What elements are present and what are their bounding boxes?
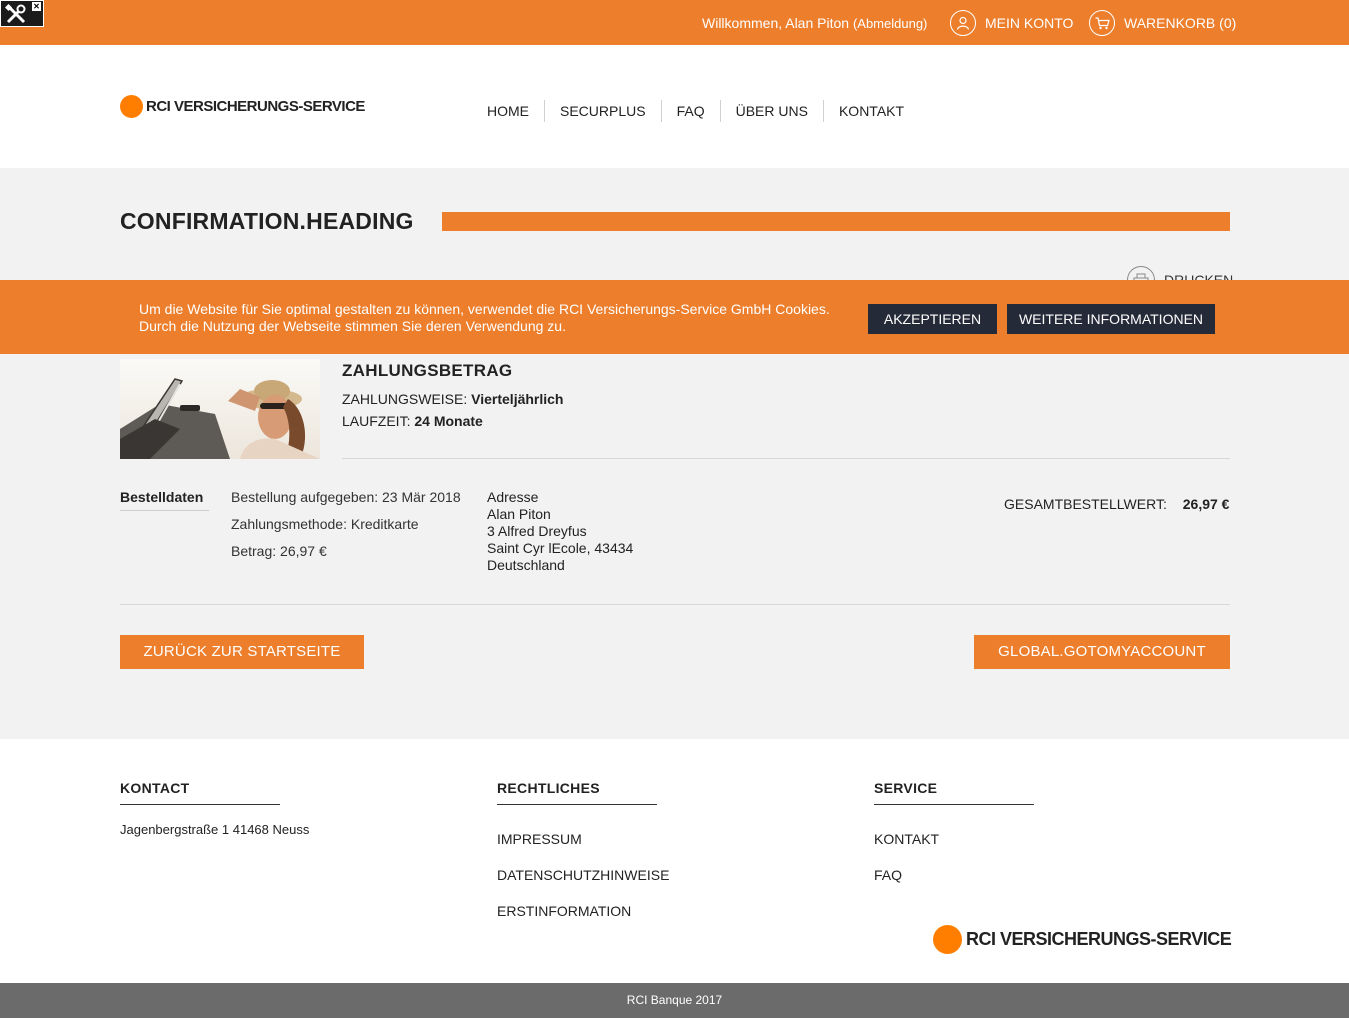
cart-icon [1089,10,1115,36]
go-to-account-button[interactable]: GLOBAL.GOTOMYACCOUNT [974,635,1230,669]
more-info-button[interactable]: WEITERE INFORMATIONEN [1007,304,1215,334]
heading-accent-bar [442,212,1230,231]
term-value: 24 Monate [414,413,483,429]
back-to-home-button[interactable]: ZURÜCK ZUR STARTSEITE [120,635,364,669]
order-placed-date: Bestellung aufgegeben: 23 Mär 2018 [231,489,461,505]
logout-link[interactable]: (Abmeldung) [853,16,927,31]
cookie-text: Um die Website für Sie optimal gestalten… [139,301,859,335]
divider [497,804,657,805]
page-title: CONFIRMATION.HEADING [120,208,414,234]
footer-link-impressum[interactable]: IMPRESSUM [497,831,582,847]
brand-name: RCI VERSICHERUNGS-SERVICE [146,98,365,115]
welcome-text: Willkommen, Alan Piton [702,15,850,31]
address-city: Saint Cyr lEcole, 43434 [487,540,634,556]
order-total: GESAMTBESTELLWERT: 26,97 € [1004,496,1229,512]
nav-item-contact[interactable]: KONTAKT [824,100,919,122]
cookie-banner: Um die Website für Sie optimal gestalten… [0,280,1349,354]
product-image [120,359,320,459]
divider [874,804,1034,805]
nav-item-about[interactable]: ÜBER UNS [721,100,824,122]
cart-label: WARENKORB (0) [1124,15,1237,31]
divider [120,804,280,805]
my-account-link[interactable]: MEIN KONTO [950,10,1073,36]
close-icon[interactable]: ✕ [32,2,41,11]
divider [120,604,1230,605]
term-label: LAUFZEIT: [342,413,411,429]
order-details-label: Bestelldaten [120,489,204,505]
term: LAUFZEIT: 24 Monate [342,413,483,429]
welcome-message: Willkommen, Alan Piton (Abmeldung) [702,15,927,31]
admin-tools-badge[interactable]: ✕ [0,0,44,27]
order-total-value: 26,97 € [1182,496,1230,512]
address-street: 3 Alfred Dreyfus [487,523,587,539]
cart-link[interactable]: WARENKORB (0) [1089,10,1236,36]
footer-link-contact[interactable]: KONTAKT [874,831,939,847]
nav-item-faq[interactable]: FAQ [662,100,721,122]
cookie-text-line-1: Um die Website für Sie optimal gestalten… [139,301,830,317]
divider [342,458,1230,459]
address-heading: Adresse [487,489,539,505]
product-title: ZAHLUNGSBETRAG [342,361,513,380]
user-icon [950,10,976,36]
footer-link-initial-info[interactable]: ERSTINFORMATION [497,903,631,919]
footer-service-title: SERVICE [874,780,938,796]
order-total-label: GESAMTBESTELLWERT: [1004,496,1167,512]
billing-address: Adresse Alan Piton 3 Alfred Dreyfus Sain… [487,489,633,574]
footer-link-faq[interactable]: FAQ [874,867,902,883]
footer-link-privacy[interactable]: DATENSCHUTZHINWEISE [497,867,669,883]
logo-circle-icon [933,925,962,954]
my-account-label: MEIN KONTO [985,15,1074,31]
logo-circle-icon [120,95,143,118]
divider [120,510,209,511]
footer-brand-logo[interactable]: RCI VERSICHERUNGS-SERVICE [933,925,1232,954]
footer-legal-title: RECHTLICHES [497,780,600,796]
footer-address: Jagenbergstraße 1 41468 Neuss [120,822,310,837]
payment-frequency-value: Vierteljährlich [471,391,564,407]
address-name: Alan Piton [487,506,551,522]
payment-frequency: ZAHLUNGSWEISE: Vierteljährlich [342,391,563,407]
order-amount: Betrag: 26,97 € [231,543,327,559]
main-nav: HOME SECURPLUS FAQ ÜBER UNS KONTAKT [472,100,919,122]
payment-method: Zahlungsmethode: Kreditkarte [231,516,419,532]
wrench-screwdriver-icon [5,4,26,24]
footer-brand-name: RCI VERSICHERUNGS-SERVICE [966,929,1232,949]
copyright-bar: RCI Banque 2017 [0,983,1349,1018]
footer-contact-title: KONTACT [120,780,190,796]
accept-cookies-button[interactable]: AKZEPTIEREN [868,304,997,334]
cookie-text-line-2: Durch die Nutzung der Webseite stimmen S… [139,318,566,334]
nav-item-securplus[interactable]: SECURPLUS [545,100,662,122]
top-bar: ✕ Willkommen, Alan Piton (Abmeldung) MEI… [0,0,1349,45]
payment-frequency-label: ZAHLUNGSWEISE: [342,391,468,407]
address-country: Deutschland [487,557,565,573]
nav-item-home[interactable]: HOME [472,100,545,122]
brand-logo[interactable]: RCI VERSICHERUNGS-SERVICE [120,95,365,118]
